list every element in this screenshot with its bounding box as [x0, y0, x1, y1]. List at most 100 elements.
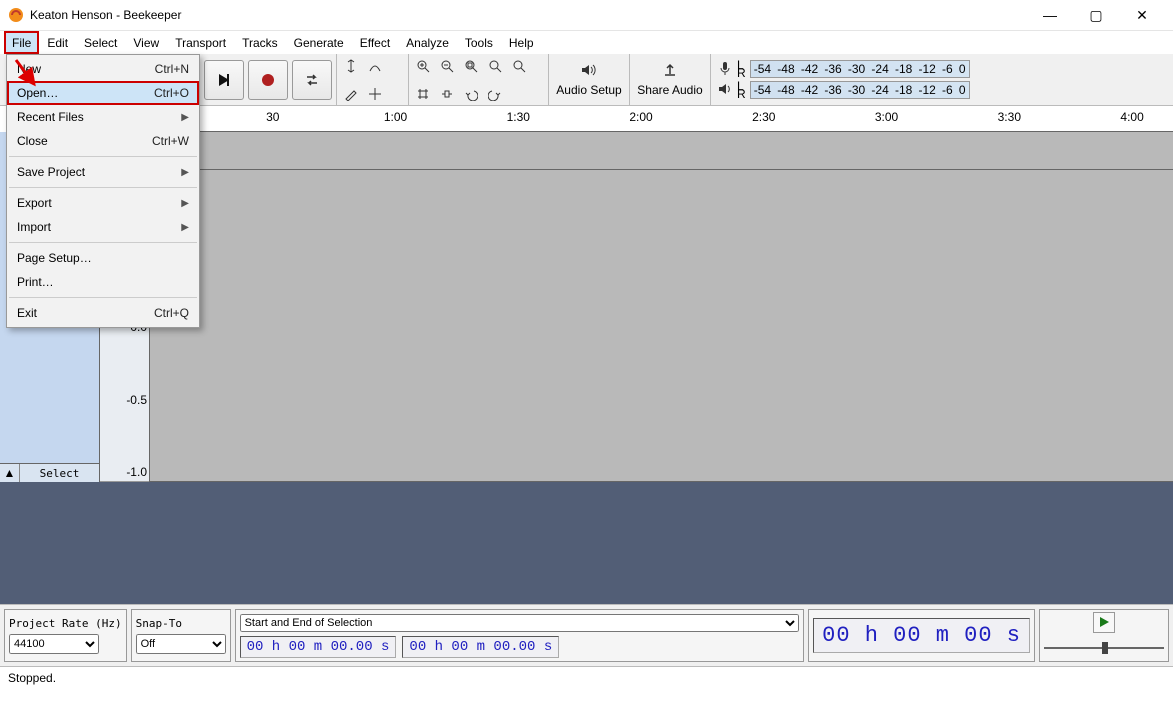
playback-meter[interactable]: -54-48-42-36-30-24-18-12-60 — [750, 81, 970, 99]
menu-item-import[interactable]: Import▶ — [7, 215, 199, 239]
menu-separator — [9, 156, 197, 157]
menu-edit[interactable]: Edit — [39, 31, 76, 54]
draw-tool-icon[interactable] — [341, 84, 361, 104]
menu-effect[interactable]: Effect — [352, 31, 398, 54]
selection-bar: Project Rate (Hz) 44100 Snap-To Off Star… — [0, 604, 1173, 666]
track-select-button[interactable]: Select — [20, 464, 99, 482]
mic-icon[interactable] — [717, 60, 733, 79]
snap-to-label: Snap-To — [136, 617, 226, 630]
menu-transport[interactable]: Transport — [167, 31, 234, 54]
multi-tool-icon[interactable] — [365, 84, 385, 104]
maximize-button[interactable]: ▢ — [1073, 0, 1119, 30]
menu-item-page-setup[interactable]: Page Setup… — [7, 246, 199, 270]
status-text: Stopped. — [8, 671, 56, 685]
close-button[interactable]: ✕ — [1119, 0, 1165, 30]
amp-label: -0.5 — [102, 393, 147, 407]
window-title: Keaton Henson - Beekeeper — [30, 8, 1027, 22]
play-meter-lr: LR — [737, 82, 746, 98]
project-rate-select[interactable]: 44100 — [9, 634, 99, 654]
audio-position-time[interactable]: 00 h 00 m 00 s — [813, 618, 1030, 653]
record-button[interactable] — [248, 60, 288, 100]
ruler-tick: 2:30 — [752, 110, 775, 124]
ruler-tick: 1:30 — [507, 110, 530, 124]
menu-bar: File Edit Select View Transport Tracks G… — [0, 30, 1173, 54]
waveform-display[interactable] — [150, 132, 1173, 482]
menu-item-close[interactable]: CloseCtrl+W — [7, 129, 199, 153]
audio-setup-group: Audio Setup — [549, 54, 630, 105]
upload-icon — [662, 62, 678, 81]
menu-item-recent-files[interactable]: Recent Files▶ — [7, 105, 199, 129]
title-bar: Keaton Henson - Beekeeper — ▢ ✕ — [0, 0, 1173, 30]
menu-file[interactable]: File — [4, 31, 39, 54]
audio-setup-label: Audio Setup — [556, 83, 621, 97]
menu-item-save-project[interactable]: Save Project▶ — [7, 160, 199, 184]
menu-item-export[interactable]: Export▶ — [7, 191, 199, 215]
zoom-toggle-icon[interactable] — [509, 56, 529, 76]
project-rate-label: Project Rate (Hz) — [9, 617, 122, 630]
ruler-tick: 1:00 — [384, 110, 407, 124]
app-logo-icon — [8, 7, 24, 23]
ruler-tick: 2:00 — [629, 110, 652, 124]
menu-analyze[interactable]: Analyze — [398, 31, 457, 54]
menu-item-open[interactable]: Open…Ctrl+O — [7, 81, 199, 105]
amp-label: -1.0 — [102, 465, 147, 479]
playback-speed-slider[interactable] — [1044, 637, 1164, 659]
tools-group — [337, 54, 409, 105]
menu-select[interactable]: Select — [76, 31, 125, 54]
fit-selection-icon[interactable] — [461, 56, 481, 76]
share-audio-button[interactable]: Share Audio — [634, 56, 706, 104]
zoom-group — [409, 54, 549, 105]
play-at-speed-button[interactable] — [1093, 612, 1115, 633]
window-controls: — ▢ ✕ — [1027, 0, 1165, 30]
play-at-speed-panel — [1039, 609, 1169, 662]
share-audio-group: Share Audio — [630, 54, 711, 105]
rec-meter-lr: LR — [737, 61, 746, 77]
menu-view[interactable]: View — [125, 31, 167, 54]
selection-panel: Start and End of Selection 00 h 00 m 00.… — [235, 609, 805, 662]
recording-meter[interactable]: -54-48-42-36-30-24-18-12-60 — [750, 60, 970, 78]
envelope-tool-icon[interactable] — [365, 56, 385, 76]
trim-icon[interactable] — [413, 84, 433, 104]
play-button[interactable] — [204, 60, 244, 100]
menu-separator — [9, 242, 197, 243]
menu-tracks[interactable]: Tracks — [234, 31, 286, 54]
selection-tool-icon[interactable] — [341, 56, 361, 76]
meters-group: LR -54-48-42-36-30-24-18-12-60 LR -54-48… — [711, 54, 976, 105]
ruler-tick: 4:00 — [1120, 110, 1143, 124]
zoom-in-icon[interactable] — [413, 56, 433, 76]
loop-button[interactable] — [292, 60, 332, 100]
playback-group — [200, 54, 337, 105]
selection-start-time[interactable]: 00 h 00 m 00.00 s — [240, 636, 397, 658]
minimize-button[interactable]: — — [1027, 0, 1073, 30]
project-rate-panel: Project Rate (Hz) 44100 — [4, 609, 127, 662]
selection-mode-select[interactable]: Start and End of Selection — [240, 614, 800, 632]
playback-speaker-icon[interactable] — [717, 81, 733, 100]
status-bar: Stopped. — [0, 666, 1173, 688]
fit-project-icon[interactable] — [485, 56, 505, 76]
menu-item-new[interactable]: NewCtrl+N — [7, 57, 199, 81]
menu-generate[interactable]: Generate — [286, 31, 352, 54]
silence-icon[interactable] — [437, 84, 457, 104]
selection-end-time[interactable]: 00 h 00 m 00.00 s — [402, 636, 559, 658]
redo-icon[interactable] — [485, 84, 505, 104]
timeline-ruler[interactable]: 30 1:00 1:30 2:00 2:30 3:00 3:30 4:00 — [150, 106, 1173, 132]
file-menu-dropdown: NewCtrl+N Open…Ctrl+O Recent Files▶ Clos… — [6, 54, 200, 328]
zoom-out-icon[interactable] — [437, 56, 457, 76]
speaker-icon — [580, 62, 598, 81]
undo-icon[interactable] — [461, 84, 481, 104]
snap-to-select[interactable]: Off — [136, 634, 226, 654]
audio-setup-button[interactable]: Audio Setup — [553, 56, 625, 104]
ruler-tick: 3:30 — [998, 110, 1021, 124]
menu-tools[interactable]: Tools — [457, 31, 501, 54]
ruler-tick: 3:00 — [875, 110, 898, 124]
collapse-arrow-icon[interactable]: ▲ — [0, 464, 20, 482]
position-panel: 00 h 00 m 00 s — [808, 609, 1035, 662]
ruler-tick: 30 — [266, 110, 279, 124]
empty-track-space[interactable] — [0, 482, 1173, 604]
menu-item-print[interactable]: Print… — [7, 270, 199, 294]
menu-separator — [9, 297, 197, 298]
share-audio-label: Share Audio — [637, 83, 702, 97]
menu-item-exit[interactable]: ExitCtrl+Q — [7, 301, 199, 325]
menu-help[interactable]: Help — [501, 31, 542, 54]
snap-to-panel: Snap-To Off — [131, 609, 231, 662]
